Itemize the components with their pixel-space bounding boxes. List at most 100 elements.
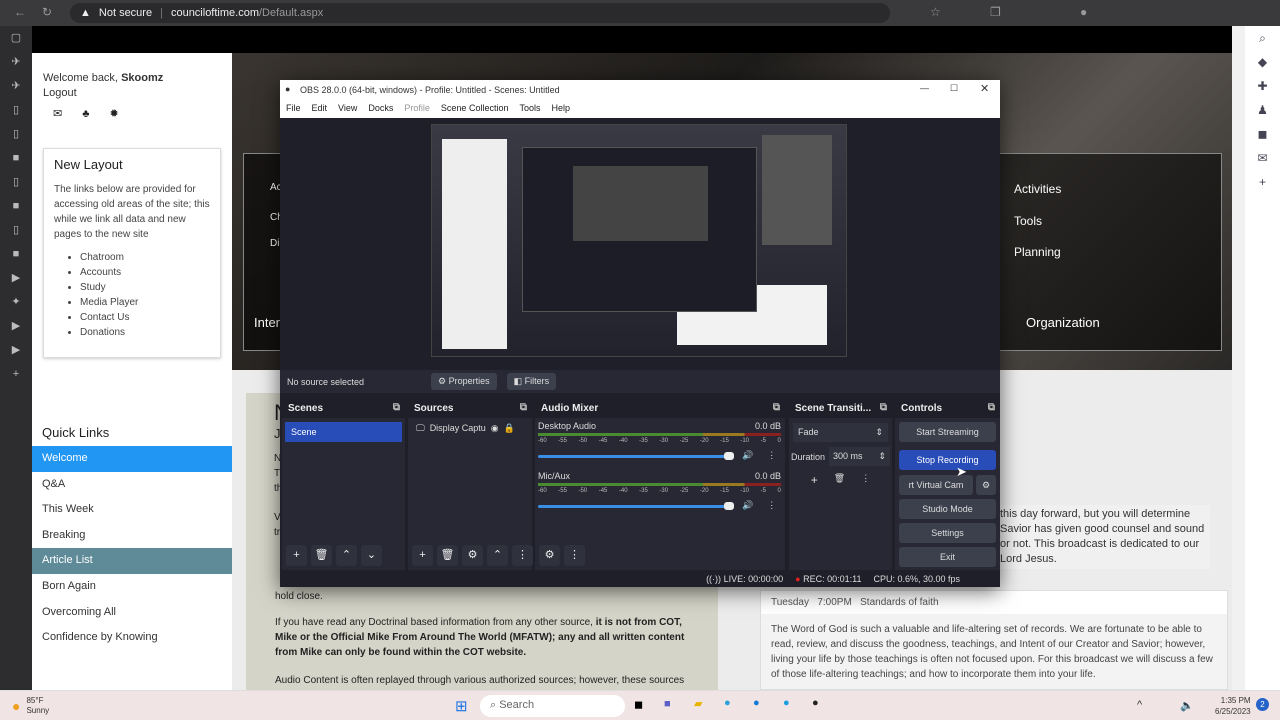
notification-badge[interactable]: 2 (1256, 698, 1269, 711)
trash-icon[interactable]: 🗑 (829, 471, 850, 489)
task-view-icon[interactable]: ◼ (634, 698, 643, 711)
properties-button[interactable]: ⚙ Properties (431, 373, 497, 390)
virtual-cam-settings-icon[interactable]: ⚙ (976, 475, 996, 495)
tools-icon[interactable]: ✚ (1245, 74, 1280, 98)
menu-profile[interactable]: Profile (404, 103, 430, 115)
tab-icon[interactable]: ▶ (0, 338, 32, 362)
add-icon[interactable]: + (806, 471, 823, 489)
filters-button[interactable]: ◧ Filters (506, 373, 557, 390)
more-icon[interactable]: ⋮ (564, 545, 585, 566)
edge-icon[interactable]: ● (753, 697, 760, 709)
tab-icon[interactable]: ■ (0, 146, 32, 170)
undock-icon[interactable]: ⧉ (520, 402, 527, 413)
address-bar[interactable]: ▲ Not secure | counciloftime.com/Default… (70, 3, 890, 23)
users-icon[interactable]: ♣ (82, 107, 89, 122)
skype-icon[interactable]: ● (783, 697, 790, 709)
chevron-up-icon[interactable]: ^ (1137, 699, 1142, 711)
menu-docks[interactable]: Docks (368, 103, 393, 115)
chevron-up-icon[interactable]: ⌃ (487, 545, 508, 566)
menu-tools[interactable]: Tools (519, 103, 540, 115)
gear-icon[interactable]: ⚙ (462, 545, 483, 566)
more-icon[interactable]: ⋮ (767, 450, 776, 461)
close-icon[interactable]: ✕ (980, 82, 989, 95)
advanced-audio-icon[interactable]: ⚙ (539, 545, 560, 566)
link-donations[interactable]: Donations (80, 325, 210, 340)
menu-view[interactable]: View (338, 103, 357, 115)
gear-icon[interactable]: ✹ (109, 107, 118, 122)
quick-link-item[interactable]: Welcome (32, 446, 232, 472)
link-accounts[interactable]: Accounts (80, 265, 210, 280)
tab-icon[interactable]: ▶ (0, 314, 32, 338)
volume-slider[interactable] (538, 502, 734, 510)
stop-recording-button[interactable]: Stop Recording (899, 450, 996, 470)
games-icon[interactable]: ♟ (1245, 98, 1280, 122)
duration-input[interactable]: 300 ms ⇕ (829, 447, 890, 466)
tab-icon[interactable]: ▯ (0, 170, 32, 194)
hero-link-planning[interactable]: Planning (1014, 245, 1061, 259)
hero-left-item[interactable]: Di (270, 238, 279, 249)
telegram-icon[interactable]: ● (724, 697, 731, 709)
menu-help[interactable]: Help (551, 103, 570, 115)
office-icon[interactable]: ◼ (1245, 122, 1280, 146)
more-icon[interactable]: ⋮ (512, 545, 533, 566)
quick-link-item[interactable]: Q&A (32, 472, 232, 498)
page-scrollbar[interactable] (1232, 26, 1245, 690)
chevron-up-icon[interactable]: ⌃ (336, 545, 357, 566)
speaker-icon[interactable]: 🔊 (742, 500, 753, 511)
tab-icon[interactable]: ✈ (0, 50, 32, 74)
lock-icon[interactable]: 🔒 (504, 423, 515, 434)
search-icon[interactable]: ⌕ (1245, 26, 1280, 50)
windows-start-icon[interactable]: ⊞ (455, 697, 468, 715)
more-icon[interactable]: ⋮ (767, 500, 776, 511)
tab-icon[interactable]: ■ (0, 194, 32, 218)
quick-link-item[interactable]: Overcoming All (32, 600, 232, 626)
tab-icon[interactable]: ▯ (0, 218, 32, 242)
volume-icon[interactable]: 🔈 (1180, 699, 1194, 712)
tab-icon[interactable]: ✈ (0, 74, 32, 98)
start-streaming-button[interactable]: Start Streaming (899, 422, 996, 442)
obs-taskbar-icon[interactable]: ● (812, 697, 819, 709)
quick-link-item[interactable]: Breaking (32, 523, 232, 549)
undock-icon[interactable]: ⧉ (988, 402, 995, 413)
menu-scene-collection[interactable]: Scene Collection (441, 103, 509, 115)
mail-icon[interactable]: ✉ (53, 107, 62, 122)
chevron-down-icon[interactable]: ⌄ (361, 545, 382, 566)
link-study[interactable]: Study (80, 280, 210, 295)
source-item[interactable]: 🖵 Display Captu ◉ 🔒 (408, 418, 532, 439)
add-icon[interactable]: + (1245, 170, 1280, 194)
menu-file[interactable]: File (286, 103, 301, 115)
exit-button[interactable]: Exit (899, 547, 996, 567)
menu-edit[interactable]: Edit (312, 103, 328, 115)
security-label[interactable]: Not secure (99, 7, 152, 19)
quick-link-item[interactable]: Born Again (32, 574, 232, 600)
volume-slider[interactable] (538, 452, 734, 460)
more-icon[interactable]: ⋮ (856, 471, 875, 489)
tab-icon[interactable]: ▯ (0, 122, 32, 146)
outlook-icon[interactable]: ✉ (1245, 146, 1280, 170)
taskbar-search[interactable]: ⌕ Search (480, 695, 625, 717)
eye-icon[interactable]: ◉ (491, 423, 499, 434)
undock-icon[interactable]: ⧉ (880, 402, 887, 413)
link-media-player[interactable]: Media Player (80, 295, 210, 310)
settings-button[interactable]: Settings (899, 523, 996, 543)
maximize-icon[interactable]: ☐ (950, 83, 958, 94)
scene-item[interactable]: Scene (285, 422, 402, 442)
undock-icon[interactable]: ⧉ (773, 402, 780, 413)
tab-icon[interactable]: ▯ (0, 98, 32, 122)
undock-icon[interactable]: ⧉ (393, 402, 400, 413)
hero-link-activities[interactable]: Activities (1014, 182, 1061, 196)
obs-preview[interactable] (431, 124, 847, 357)
link-chatroom[interactable]: Chatroom (80, 250, 210, 265)
shopping-icon[interactable]: ◆ (1245, 50, 1280, 74)
tabs-icon[interactable]: ▢ (0, 26, 32, 50)
transition-select[interactable]: Fade ⇕ (793, 423, 888, 442)
tab-icon[interactable]: ✦ (0, 290, 32, 314)
favorite-icon[interactable]: ☆ (930, 5, 941, 19)
new-tab-icon[interactable]: + (0, 362, 32, 386)
tab-icon[interactable]: ▶ (0, 266, 32, 290)
collections-icon[interactable]: ❐ (990, 5, 1001, 19)
teams-icon[interactable]: ■ (664, 698, 671, 710)
tab-icon[interactable]: ■ (0, 242, 32, 266)
add-icon[interactable]: + (286, 545, 307, 566)
studio-mode-button[interactable]: Studio Mode (899, 499, 996, 519)
